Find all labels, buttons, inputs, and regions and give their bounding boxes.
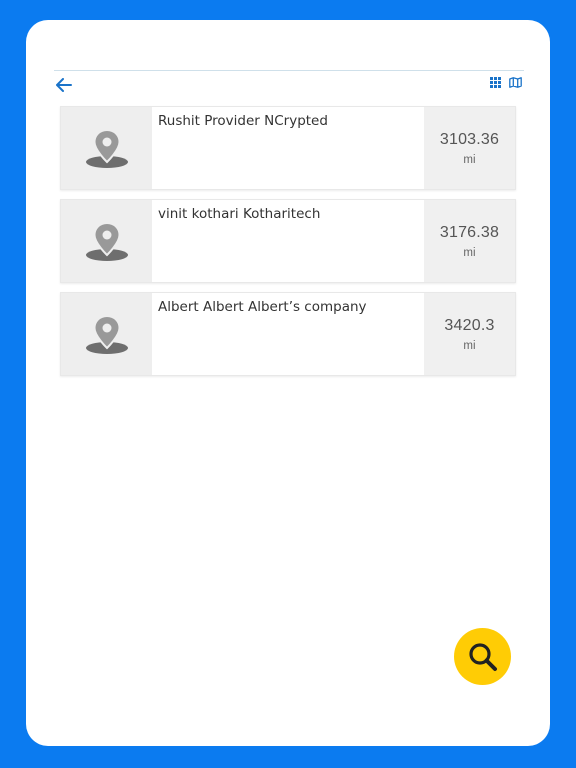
distance-value: 3176.38 (439, 223, 500, 241)
distance-box: 3103.36 mi (424, 107, 515, 189)
view-toggle (490, 77, 522, 88)
search-button[interactable] (454, 628, 511, 685)
provider-name: vinit kothari Kotharitech (158, 206, 321, 222)
search-icon (468, 642, 497, 671)
list-item[interactable]: Albert Albert Albert’s company 3420.3 mi (60, 292, 516, 376)
back-button[interactable] (54, 75, 74, 95)
distance-unit: mi (463, 339, 476, 352)
thumbnail (61, 293, 152, 375)
map-pin-icon (85, 314, 128, 354)
map-view-icon (509, 77, 522, 88)
map-pin-icon (85, 128, 128, 168)
provider-name: Rushit Provider NCrypted (158, 113, 328, 129)
distance-value: 3103.36 (439, 130, 500, 148)
list-item[interactable]: Rushit Provider NCrypted 3103.36 mi (60, 106, 516, 190)
distance-unit: mi (463, 246, 476, 259)
grid-view-button[interactable] (490, 77, 501, 88)
grid-view-icon (490, 77, 501, 88)
map-view-button[interactable] (509, 77, 522, 88)
list-item[interactable]: vinit kothari Kotharitech 3176.38 mi (60, 199, 516, 283)
top-bar (54, 70, 524, 98)
provider-list: Rushit Provider NCrypted 3103.36 mi vini… (60, 106, 516, 385)
distance-unit: mi (463, 153, 476, 166)
distance-box: 3176.38 mi (424, 200, 515, 282)
distance-value: 3420.3 (444, 316, 495, 334)
arrow-left-icon (56, 78, 72, 92)
thumbnail (61, 107, 152, 189)
distance-box: 3420.3 mi (424, 293, 515, 375)
provider-name: Albert Albert Albert’s company (158, 299, 367, 315)
thumbnail (61, 200, 152, 282)
app-screen: Rushit Provider NCrypted 3103.36 mi vini… (26, 20, 550, 746)
map-pin-icon (85, 221, 128, 261)
